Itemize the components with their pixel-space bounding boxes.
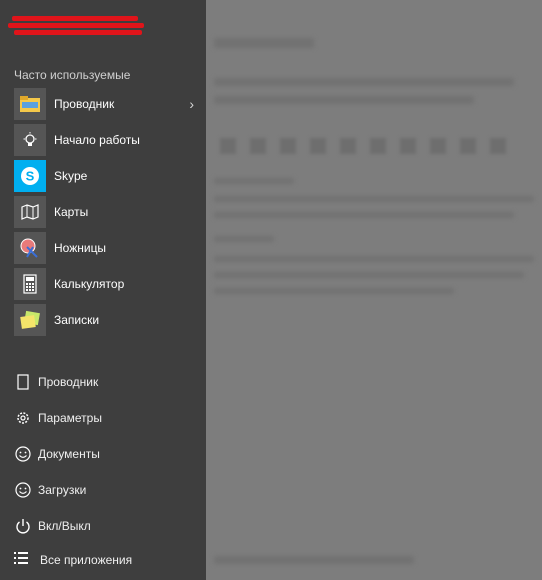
app-label: Калькулятор [54, 277, 125, 291]
redaction-mark [8, 23, 144, 28]
all-apps-button[interactable]: Все приложения [14, 551, 132, 569]
map-icon [14, 196, 46, 228]
most-used-list: Проводник › Начало работы S Skype Карты … [14, 88, 206, 340]
app-label: Карты [54, 205, 89, 219]
app-explorer[interactable]: Проводник › [14, 88, 206, 120]
app-label: Проводник [54, 97, 115, 111]
system-item-label: Документы [38, 447, 100, 461]
redaction-mark [12, 16, 138, 21]
system-item-label: Вкл/Выкл [38, 519, 91, 533]
lightbulb-icon [14, 124, 46, 156]
document-icon [14, 373, 32, 391]
system-item-power[interactable]: Вкл/Выкл [14, 508, 206, 544]
app-label: Ножницы [54, 241, 107, 255]
system-item-documents[interactable]: Документы [14, 436, 206, 472]
gear-icon [14, 409, 32, 427]
system-list: Проводник Параметры Документы Загрузки В… [14, 364, 206, 544]
calculator-icon [14, 268, 46, 300]
background-window [200, 0, 542, 580]
app-maps[interactable]: Карты [14, 196, 206, 228]
system-item-explorer[interactable]: Проводник [14, 364, 206, 400]
svg-text:S: S [26, 169, 35, 184]
redaction-mark [14, 30, 142, 35]
folder-icon [14, 88, 46, 120]
system-item-settings[interactable]: Параметры [14, 400, 206, 436]
system-item-downloads[interactable]: Загрузки [14, 472, 206, 508]
app-snipping-tool[interactable]: Ножницы [14, 232, 206, 264]
system-item-label: Загрузки [38, 483, 87, 497]
chevron-right-icon[interactable]: › [189, 96, 194, 112]
app-label: Skype [54, 169, 88, 183]
user-account[interactable] [8, 14, 188, 44]
app-calculator[interactable]: Калькулятор [14, 268, 206, 300]
app-label: Записки [54, 313, 100, 327]
smiley-icon [14, 445, 32, 463]
system-item-label: Параметры [38, 411, 102, 425]
app-skype[interactable]: S Skype [14, 160, 206, 192]
all-apps-label: Все приложения [40, 553, 133, 567]
system-item-label: Проводник [38, 375, 99, 389]
section-title: Часто используемые [14, 68, 131, 82]
skype-icon: S [14, 160, 46, 192]
app-sticky-notes[interactable]: Записки [14, 304, 206, 336]
start-menu: Часто используемые Проводник › Начало ра… [0, 0, 206, 580]
app-label: Начало работы [54, 133, 140, 147]
sticky-notes-icon [14, 304, 46, 336]
scissors-icon [14, 232, 46, 264]
smiley-icon [14, 481, 32, 499]
list-icon [14, 551, 28, 569]
app-get-started[interactable]: Начало работы [14, 124, 206, 156]
power-icon [14, 517, 32, 535]
